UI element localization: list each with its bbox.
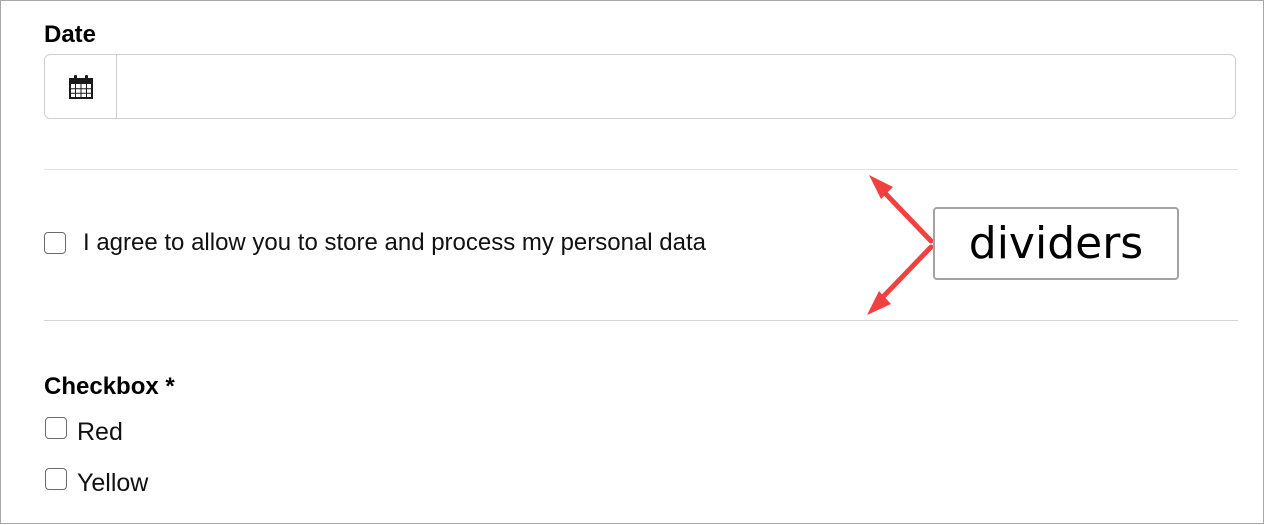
consent-checkbox[interactable] [44, 232, 66, 254]
arrow-lower-line [878, 244, 934, 302]
checkbox-red-label[interactable]: Red [77, 418, 123, 446]
divider [44, 169, 1238, 170]
annotation-callout: dividers [933, 207, 1179, 280]
arrow-lower-head [867, 291, 891, 315]
checkbox-yellow[interactable] [45, 468, 67, 490]
divider [44, 320, 1238, 321]
annotation-text: dividers [968, 217, 1144, 269]
calendar-icon[interactable] [45, 55, 117, 118]
checkbox-group-label: Checkbox * [44, 373, 175, 400]
arrow-upper-line [880, 188, 934, 244]
date-label: Date [44, 21, 97, 48]
checkbox-yellow-label[interactable]: Yellow [77, 469, 148, 497]
checkbox-red[interactable] [45, 417, 67, 439]
date-input[interactable] [117, 55, 1235, 118]
arrow-upper-head [869, 175, 893, 199]
date-field-group [44, 54, 1236, 119]
consent-label[interactable]: I agree to allow you to store and proces… [83, 229, 706, 257]
form-frame: Date I agree to allow you to store and p… [0, 0, 1264, 524]
